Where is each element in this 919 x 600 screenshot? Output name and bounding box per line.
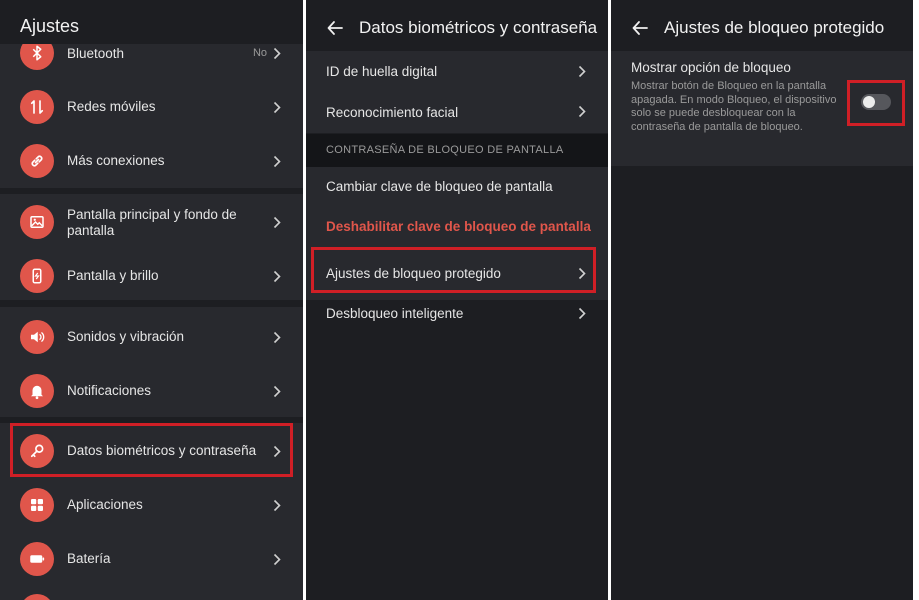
settings-item-label: Bluetooth bbox=[67, 46, 125, 61]
speaker-icon bbox=[20, 320, 54, 354]
section-header-label: CONTRASEÑA DE BLOQUEO DE PANTALLA bbox=[326, 144, 564, 156]
biometrics-panel: Datos biométricos y contraseña ID de hue… bbox=[306, 0, 608, 600]
chevron-right-icon bbox=[273, 101, 281, 114]
bluetooth-status: No bbox=[252, 47, 267, 59]
settings-item-display-brightness[interactable]: Pantalla y brillo bbox=[0, 259, 303, 293]
chevron-right-icon bbox=[273, 553, 281, 566]
page-title: Ajustes de bloqueo protegido bbox=[664, 18, 885, 37]
settings-item-home-wallpaper[interactable]: Pantalla principal y fondo de pantalla bbox=[0, 205, 303, 239]
settings-item-label: Pantalla principal y fondo de pantalla bbox=[67, 207, 237, 238]
page-title: Datos biométricos y contraseña bbox=[359, 18, 598, 37]
settings-item-sounds[interactable]: Sonidos y vibración bbox=[0, 320, 303, 354]
bell-icon bbox=[20, 374, 54, 408]
chevron-right-icon bbox=[578, 105, 586, 118]
image-icon bbox=[20, 205, 54, 239]
settings-item-label: Sonidos y vibración bbox=[67, 329, 185, 344]
settings-item-label: Reconocimiento facial bbox=[326, 105, 459, 120]
app-header: Ajustes de bloqueo protegido bbox=[611, 16, 913, 40]
settings-panel: Bluetooth No Redes móviles Más conexione… bbox=[0, 0, 303, 600]
chevron-right-icon bbox=[273, 499, 281, 512]
chevron-right-icon bbox=[273, 385, 281, 398]
settings-item-bluetooth[interactable]: Bluetooth No bbox=[0, 36, 303, 70]
battery-icon bbox=[20, 542, 54, 576]
chevron-right-icon bbox=[273, 270, 281, 283]
option-title: Mostrar opción de bloqueo bbox=[631, 60, 791, 75]
settings-item-smart-unlock[interactable]: Desbloqueo inteligente bbox=[306, 294, 608, 332]
mobile-data-icon bbox=[20, 90, 54, 124]
settings-item-apps[interactable]: Aplicaciones bbox=[0, 488, 303, 522]
chevron-right-icon bbox=[578, 65, 586, 78]
chevron-right-icon bbox=[273, 155, 281, 168]
section-header: CONTRASEÑA DE BLOQUEO DE PANTALLA bbox=[306, 134, 608, 167]
app-header: Ajustes bbox=[0, 0, 303, 44]
chevron-right-icon bbox=[578, 307, 586, 320]
settings-item-change-lock-password[interactable]: Cambiar clave de bloqueo de pantalla bbox=[306, 167, 608, 205]
settings-item-more-connections[interactable]: Más conexiones bbox=[0, 144, 303, 178]
settings-item-fingerprint[interactable]: ID de huella digital bbox=[306, 51, 608, 91]
link-icon bbox=[20, 144, 54, 178]
option-description: Mostrar botón de Bloqueo en la pantalla … bbox=[631, 80, 837, 133]
settings-item-label: Más conexiones bbox=[67, 153, 165, 168]
chevron-right-icon bbox=[273, 331, 281, 344]
settings-item-label: Cambiar clave de bloqueo de pantalla bbox=[326, 179, 553, 194]
back-arrow-icon[interactable] bbox=[326, 19, 344, 37]
highlight-box bbox=[847, 80, 905, 126]
phone-brightness-icon bbox=[20, 259, 54, 293]
settings-item-label: Deshabilitar clave de bloqueo de pantall… bbox=[326, 219, 591, 234]
apps-grid-icon bbox=[20, 488, 54, 522]
settings-item-label: Batería bbox=[67, 551, 111, 566]
settings-item-label: Redes móviles bbox=[67, 99, 156, 114]
back-arrow-icon[interactable] bbox=[631, 19, 649, 37]
chevron-right-icon bbox=[273, 47, 281, 60]
highlight-box bbox=[311, 247, 596, 293]
chevron-right-icon bbox=[273, 216, 281, 229]
highlight-box bbox=[10, 423, 293, 477]
settings-item-label: Pantalla y brillo bbox=[67, 268, 159, 283]
settings-item-mobile-networks[interactable]: Redes móviles bbox=[0, 90, 303, 124]
settings-item-disable-lock-password[interactable]: Deshabilitar clave de bloqueo de pantall… bbox=[306, 207, 608, 245]
protected-lock-panel: Ajustes de bloqueo protegido Mostrar opc… bbox=[611, 0, 913, 600]
settings-item-label: ID de huella digital bbox=[326, 64, 438, 79]
settings-item-battery[interactable]: Batería bbox=[0, 542, 303, 576]
app-header: Datos biométricos y contraseña bbox=[306, 16, 608, 40]
settings-item-label: Aplicaciones bbox=[67, 497, 143, 512]
page-title: Ajustes bbox=[20, 16, 80, 36]
settings-item-notifications[interactable]: Notificaciones bbox=[0, 374, 303, 408]
settings-item-face-recognition[interactable]: Reconocimiento facial bbox=[306, 92, 608, 132]
settings-item-label: Notificaciones bbox=[67, 383, 152, 398]
settings-item-label: Desbloqueo inteligente bbox=[326, 306, 464, 321]
